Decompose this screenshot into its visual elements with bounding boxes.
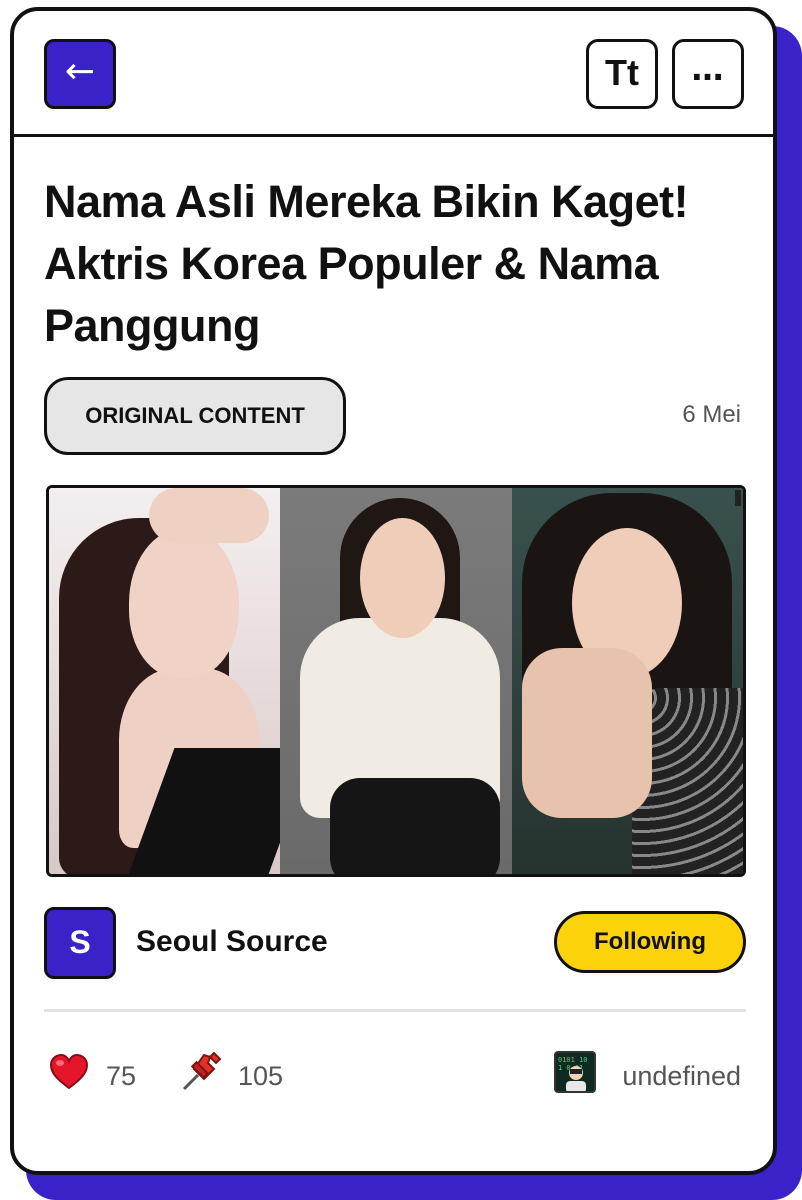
text-size-icon: Tt (605, 52, 639, 93)
svg-text:0101 10: 0101 10 (558, 1056, 588, 1064)
back-button[interactable]: ← (44, 39, 116, 109)
photo-panel-left (49, 488, 281, 874)
pins-count: 105 (238, 1061, 284, 1091)
content-tag[interactable]: ORIGINAL CONTENT (44, 377, 346, 455)
coder-avatar-icon: 0101 10 1 0 01 (554, 1051, 596, 1093)
badge-label: undefined (622, 1061, 741, 1091)
likes-count: 75 (106, 1061, 137, 1091)
article-title: Nama Asli Mereka Bikin Kaget! Aktris Kor… (44, 176, 689, 351)
author-name[interactable]: Seoul Source (136, 925, 328, 959)
ellipsis-icon: … (691, 50, 725, 88)
top-bar: ← Tt … (14, 11, 773, 137)
following-button[interactable]: Following (554, 911, 746, 973)
photo-panel-center (280, 488, 512, 874)
pushpin-icon[interactable] (180, 1051, 222, 1093)
text-size-button[interactable]: Tt (586, 39, 658, 109)
back-arrow-icon: ← (64, 51, 96, 92)
article-date: 6 Mei (682, 401, 741, 428)
more-options-button[interactable]: … (672, 39, 744, 109)
author-avatar[interactable]: S (44, 907, 116, 979)
heart-icon[interactable] (48, 1051, 90, 1093)
article-image[interactable] (46, 485, 746, 877)
divider (44, 1009, 746, 1012)
article-card: ← Tt … Nama Asli Mereka Bikin Kaget! Akt… (10, 7, 777, 1175)
photo-panel-right (511, 488, 743, 874)
